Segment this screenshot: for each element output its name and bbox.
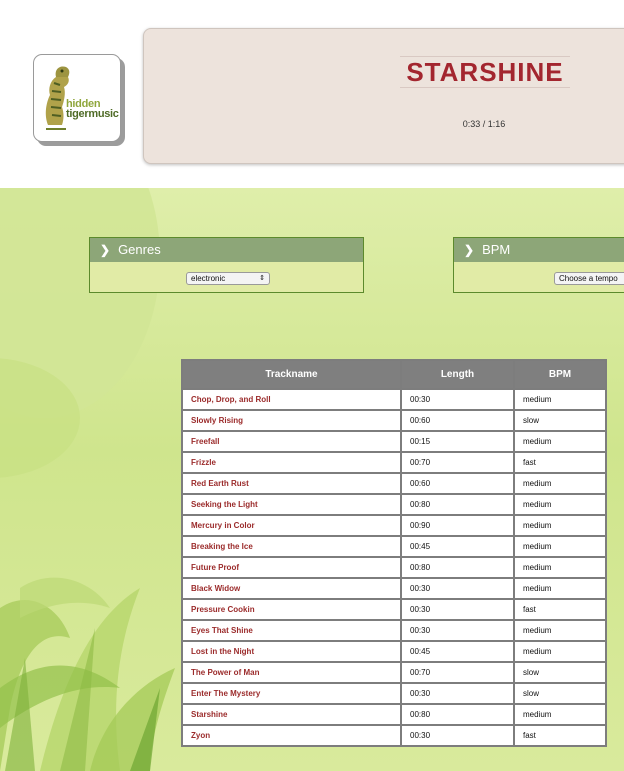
track-name-cell[interactable]: The Power of Man bbox=[183, 663, 400, 682]
table-row[interactable]: Black Widow 00:30 medium bbox=[183, 579, 605, 598]
table-row[interactable]: Frizzle 00:70 fast bbox=[183, 453, 605, 472]
chevron-right-icon: ❯ bbox=[464, 243, 475, 257]
track-length-cell: 00:90 bbox=[402, 516, 513, 535]
bpm-select-value: Choose a tempo bbox=[559, 274, 618, 283]
select-arrows-icon: ⇕ bbox=[259, 275, 265, 282]
track-name-cell[interactable]: Zyon bbox=[183, 726, 400, 745]
track-length-cell: 00:60 bbox=[402, 411, 513, 430]
track-bpm-cell: medium bbox=[515, 558, 605, 577]
table-header-row: Trackname Length BPM bbox=[183, 361, 605, 388]
logo[interactable]: hidden tigermusic bbox=[33, 54, 121, 142]
track-name-cell[interactable]: Mercury in Color bbox=[183, 516, 400, 535]
track-length-cell: 00:30 bbox=[402, 579, 513, 598]
track-length-cell: 00:30 bbox=[402, 390, 513, 409]
bpm-filter-panel: ❯ BPM Choose a tempo⇕ bbox=[453, 237, 624, 293]
genres-select-value: electronic bbox=[191, 274, 226, 283]
track-length-cell: 00:45 bbox=[402, 537, 513, 556]
table-row[interactable]: Pressure Cookin 00:30 fast bbox=[183, 600, 605, 619]
track-table-body: Chop, Drop, and Roll 00:30 medium Slowly Ri… bbox=[183, 390, 605, 745]
column-header-bpm[interactable]: BPM bbox=[515, 361, 605, 388]
table-row[interactable]: Red Earth Rust 00:60 medium bbox=[183, 474, 605, 493]
table-row[interactable]: The Power of Man 00:70 slow bbox=[183, 663, 605, 682]
track-name-cell[interactable]: Black Widow bbox=[183, 579, 400, 598]
table-row[interactable]: Breaking the Ice 00:45 medium bbox=[183, 537, 605, 556]
table-row[interactable]: Eyes That Shine 00:30 medium bbox=[183, 621, 605, 640]
track-length-cell: 00:30 bbox=[402, 684, 513, 703]
track-length-cell: 00:30 bbox=[402, 621, 513, 640]
track-length-cell: 00:70 bbox=[402, 453, 513, 472]
track-bpm-cell: medium bbox=[515, 390, 605, 409]
table-row[interactable]: Slowly Rising 00:60 slow bbox=[183, 411, 605, 430]
column-header-length[interactable]: Length bbox=[402, 361, 513, 388]
column-header-trackname[interactable]: Trackname bbox=[183, 361, 400, 388]
track-bpm-cell: medium bbox=[515, 474, 605, 493]
track-length-cell: 00:45 bbox=[402, 642, 513, 661]
track-length-cell: 00:70 bbox=[402, 663, 513, 682]
track-bpm-cell: medium bbox=[515, 495, 605, 514]
bpm-filter-label: BPM bbox=[482, 242, 511, 257]
track-name-cell[interactable]: Freefall bbox=[183, 432, 400, 451]
track-bpm-cell: medium bbox=[515, 705, 605, 724]
player-panel bbox=[143, 28, 624, 164]
track-name-cell[interactable]: Slowly Rising bbox=[183, 411, 400, 430]
track-name-cell[interactable]: Seeking the Light bbox=[183, 495, 400, 514]
table-row[interactable]: Future Proof 00:80 medium bbox=[183, 558, 605, 577]
table-row[interactable]: Freefall 00:15 medium bbox=[183, 432, 605, 451]
track-bpm-cell: fast bbox=[515, 600, 605, 619]
bpm-select[interactable]: Choose a tempo⇕ bbox=[554, 272, 624, 285]
track-bpm-cell: medium bbox=[515, 516, 605, 535]
track-name-cell[interactable]: Breaking the Ice bbox=[183, 537, 400, 556]
genres-filter-panel: ❯ Genres electronic ⇕ bbox=[89, 237, 364, 293]
track-name-cell[interactable]: Pressure Cookin bbox=[183, 600, 400, 619]
track-bpm-cell: slow bbox=[515, 663, 605, 682]
track-length-cell: 00:60 bbox=[402, 474, 513, 493]
track-name-cell[interactable]: Frizzle bbox=[183, 453, 400, 472]
bpm-filter-header[interactable]: ❯ BPM bbox=[454, 238, 624, 262]
genres-select[interactable]: electronic ⇕ bbox=[186, 272, 270, 285]
logo-text-tigermusic: tigermusic bbox=[66, 108, 119, 120]
track-length-cell: 00:30 bbox=[402, 600, 513, 619]
track-bpm-cell: medium bbox=[515, 621, 605, 640]
track-name-cell[interactable]: Eyes That Shine bbox=[183, 621, 400, 640]
track-bpm-cell: medium bbox=[515, 432, 605, 451]
table-row[interactable]: Enter The Mystery 00:30 slow bbox=[183, 684, 605, 703]
track-name-cell[interactable]: Starshine bbox=[183, 705, 400, 724]
now-playing-title: STARSHINE bbox=[400, 56, 570, 88]
track-name-cell[interactable]: Future Proof bbox=[183, 558, 400, 577]
track-length-cell: 00:80 bbox=[402, 558, 513, 577]
track-name-cell[interactable]: Chop, Drop, and Roll bbox=[183, 390, 400, 409]
track-length-cell: 00:80 bbox=[402, 495, 513, 514]
track-bpm-cell: slow bbox=[515, 684, 605, 703]
track-length-cell: 00:80 bbox=[402, 705, 513, 724]
track-bpm-cell: medium bbox=[515, 642, 605, 661]
chevron-right-icon: ❯ bbox=[100, 243, 111, 257]
genres-filter-label: Genres bbox=[118, 242, 161, 257]
table-row[interactable]: Mercury in Color 00:90 medium bbox=[183, 516, 605, 535]
table-row[interactable]: Starshine 00:80 medium bbox=[183, 705, 605, 724]
track-name-cell[interactable]: Lost in the Night bbox=[183, 642, 400, 661]
track-name-cell[interactable]: Red Earth Rust bbox=[183, 474, 400, 493]
track-length-cell: 00:30 bbox=[402, 726, 513, 745]
genres-filter-header[interactable]: ❯ Genres bbox=[90, 238, 363, 262]
playback-time: 0:33 / 1:16 bbox=[462, 119, 506, 129]
track-bpm-cell: slow bbox=[515, 411, 605, 430]
track-table: Trackname Length BPM Chop, Drop, and Rol… bbox=[181, 359, 607, 747]
track-name-cell[interactable]: Enter The Mystery bbox=[183, 684, 400, 703]
table-row[interactable]: Seeking the Light 00:80 medium bbox=[183, 495, 605, 514]
track-bpm-cell: medium bbox=[515, 579, 605, 598]
track-length-cell: 00:15 bbox=[402, 432, 513, 451]
table-row[interactable]: Chop, Drop, and Roll 00:30 medium bbox=[183, 390, 605, 409]
track-bpm-cell: medium bbox=[515, 537, 605, 556]
track-bpm-cell: fast bbox=[515, 453, 605, 472]
table-row[interactable]: Zyon 00:30 fast bbox=[183, 726, 605, 745]
table-row[interactable]: Lost in the Night 00:45 medium bbox=[183, 642, 605, 661]
track-bpm-cell: fast bbox=[515, 726, 605, 745]
